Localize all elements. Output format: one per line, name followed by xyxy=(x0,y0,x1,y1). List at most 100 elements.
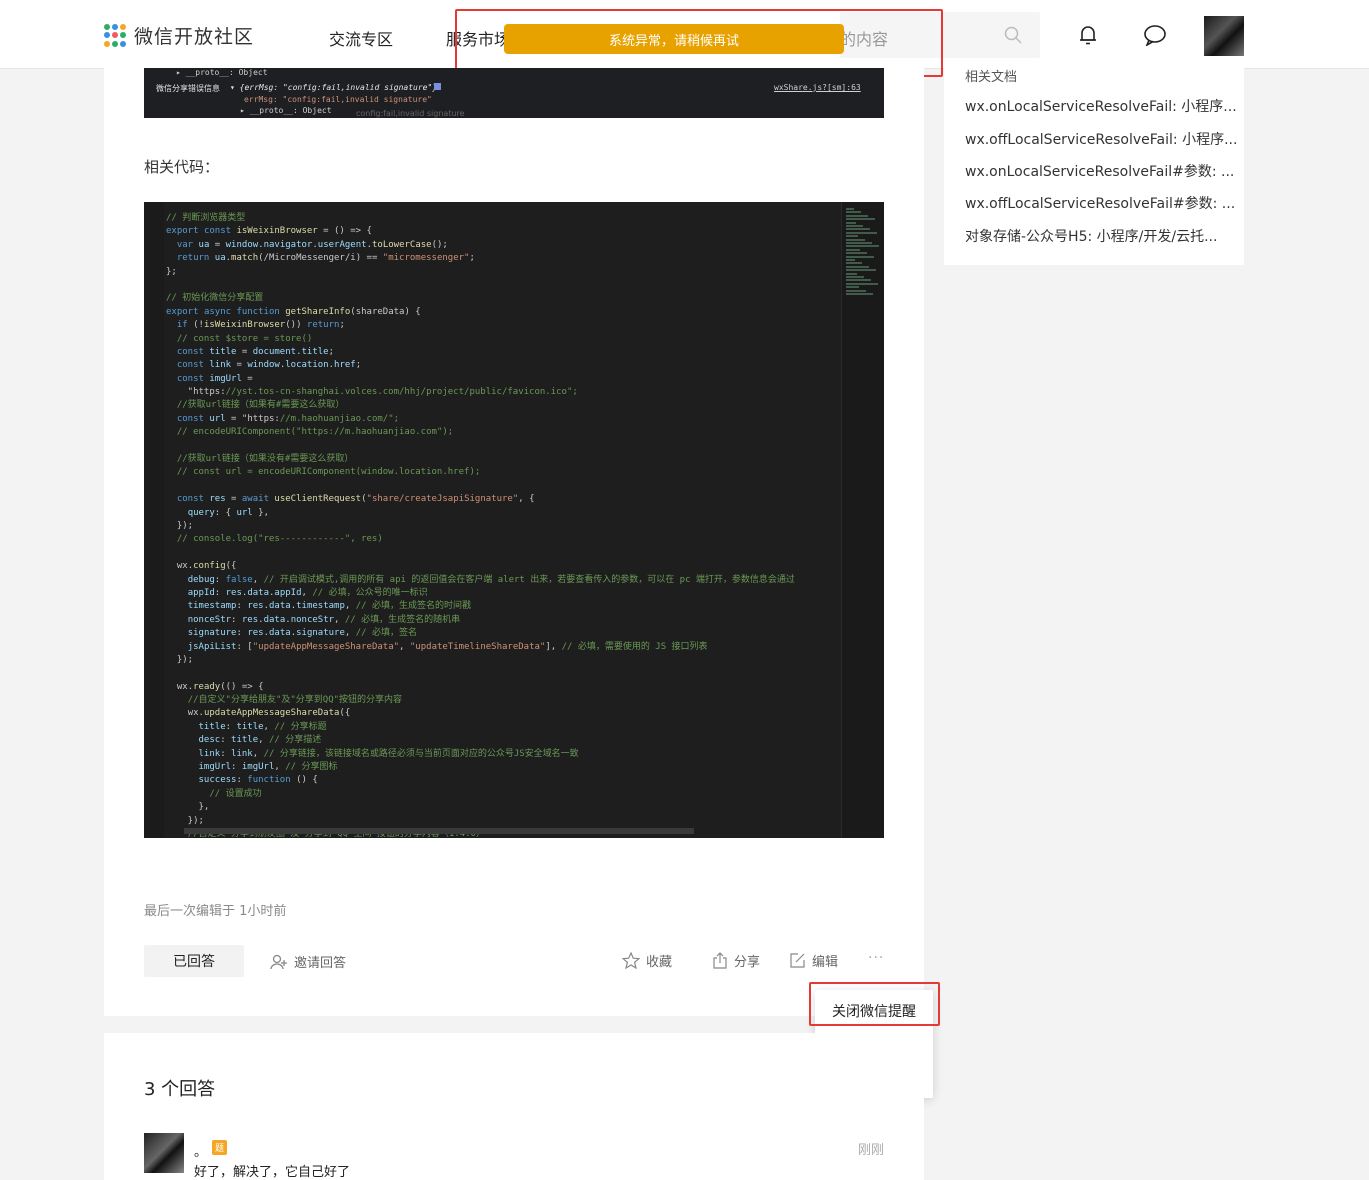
favorite-button[interactable]: 收藏 xyxy=(622,951,672,970)
code-line: desc: title, // 分享描述 xyxy=(198,735,322,746)
bell-icon[interactable] xyxy=(1078,24,1098,50)
code-line: // 初始化微信分享配置 xyxy=(166,293,264,304)
invite-answer-button[interactable]: 邀请回答 xyxy=(270,952,346,971)
minimap-line xyxy=(846,248,860,251)
highlight-box-toast xyxy=(455,9,943,77)
minimap-line xyxy=(846,238,865,241)
code-line: link: link, // 分享链接，该链接域名或路径必须与当前页面对应的公众… xyxy=(198,748,579,759)
highlight-box-menu xyxy=(809,982,940,1026)
console-errmsg-line: ▾ {errMsg: "config:fail,invalid signatur… xyxy=(230,83,438,92)
edit-icon xyxy=(790,953,805,968)
related-docs-title: 相关文档 xyxy=(965,70,1018,85)
related-doc-link[interactable]: wx.offLocalServiceResolveFail#参数: ... xyxy=(965,193,1235,213)
code-line: wx.updateAppMessageShareData({ xyxy=(187,708,351,719)
minimap-line xyxy=(846,255,874,258)
code-line: title: title, // 分享标题 xyxy=(198,721,327,732)
code-line: export async function getShareInfo(share… xyxy=(166,306,421,317)
nav-exchange[interactable]: 交流专区 xyxy=(329,26,393,50)
console-faded-text: config:fail,invalid signature xyxy=(356,109,465,118)
site-logo[interactable]: 微信开放社区 xyxy=(104,22,254,49)
minimap-line xyxy=(846,286,859,289)
minimap-line xyxy=(846,228,870,231)
code-line: // const $store = store() xyxy=(176,333,313,344)
code-line: if (!isWeixinBrowser()) return; xyxy=(176,320,345,331)
code-scrollbar xyxy=(184,828,694,834)
related-doc-link[interactable]: wx.onLocalServiceResolveFail#参数: ... xyxy=(965,161,1234,181)
code-screenshot: // 判断浏览器类型 export const isWeixinBrowser =… xyxy=(144,202,884,838)
more-options-icon[interactable]: ··· xyxy=(868,950,884,966)
favorite-label: 收藏 xyxy=(646,955,673,970)
code-line: jsApiList: ["updateAppMessageShareData",… xyxy=(187,641,708,652)
search-icon[interactable] xyxy=(1004,26,1022,48)
share-button[interactable]: 分享 xyxy=(712,951,760,970)
minimap-line xyxy=(846,235,858,238)
console-proto-line-2: ▸ __proto__: Object xyxy=(240,106,332,115)
code-line: nonceStr: res.data.nonceStr, // 必填，生成签名的… xyxy=(187,614,461,625)
minimap-line xyxy=(846,252,867,255)
code-lines: // 判断浏览器类型 export const isWeixinBrowser =… xyxy=(166,212,795,838)
code-line: debug: false, // 开启调试模式,调用的所有 api 的返回值会在… xyxy=(187,574,795,585)
code-gutter xyxy=(144,202,164,838)
code-line: const res = await useClientRequest("shar… xyxy=(176,494,535,505)
code-line: // console.log("res------------", res) xyxy=(176,534,383,545)
minimap-line xyxy=(846,279,871,282)
minimap-line xyxy=(846,282,878,285)
minimap-line xyxy=(846,221,856,224)
answered-button[interactable]: 已回答 xyxy=(144,945,244,977)
code-line: }); xyxy=(166,654,194,665)
minimap-line xyxy=(846,218,875,221)
related-docs-panel: 相关文档 wx.onLocalServiceResolveFail: 小程序..… xyxy=(944,68,1244,265)
code-line: export const isWeixinBrowser = () => { xyxy=(166,226,372,237)
code-line: appId: res.data.appId, // 必填，公众号的唯一标识 xyxy=(187,587,428,598)
minimap-line xyxy=(846,231,877,234)
invite-user-icon xyxy=(270,954,287,969)
minimap-line xyxy=(846,225,863,227)
star-icon xyxy=(622,952,640,969)
share-icon xyxy=(713,952,727,969)
logo-text: 微信开放社区 xyxy=(134,26,255,48)
top-header: 微信开放社区 交流专区 服务市场 的内容 系统异常，请稍候再试 xyxy=(0,0,1369,77)
code-line: }); xyxy=(166,815,204,826)
message-icon[interactable] xyxy=(1143,24,1167,50)
code-line: // 设置成功 xyxy=(209,788,262,799)
answers-card: 3 个回答 。 题 刚刚 好了，解决了，它自己好了 xyxy=(104,1033,924,1180)
code-line: const title = document.title; xyxy=(176,346,335,357)
answer-author-name[interactable]: 。 xyxy=(194,1141,207,1160)
last-edit-time: 最后一次编辑于 1小时前 xyxy=(144,904,287,919)
invite-answer-label: 邀请回答 xyxy=(294,956,347,971)
code-line: // const url = encodeURIComponent(window… xyxy=(176,467,481,478)
code-line: wx.ready(() => { xyxy=(176,681,264,692)
code-line: }); xyxy=(166,520,194,531)
code-line: }; xyxy=(166,266,177,277)
related-code-label: 相关代码： xyxy=(144,158,220,176)
code-line: "https://yst.tos-cn-shanghai.volces.com/… xyxy=(166,387,578,398)
code-line: timestamp: res.data.timestamp, // 必填，生成签… xyxy=(187,601,471,612)
answer-time: 刚刚 xyxy=(857,1143,884,1158)
related-doc-link[interactable]: wx.onLocalServiceResolveFail: 小程序... xyxy=(965,96,1237,116)
code-line: //自定义"分享给朋友"及"分享到QQ"按钮的分享内容 xyxy=(187,695,403,706)
console-screenshot: ▸ __proto__: Object 微信分享错误信息 ▾ {errMsg: … xyxy=(144,68,884,118)
answer-avatar[interactable] xyxy=(144,1133,184,1173)
minimap-line xyxy=(846,242,872,244)
code-line: //获取url链接（如果没有#需要这么获取） xyxy=(176,454,354,465)
code-line: const imgUrl = xyxy=(176,373,253,384)
minimap-line xyxy=(846,269,876,272)
edit-button[interactable]: 编辑 xyxy=(789,951,838,970)
console-proto-line: ▸ __proto__: Object xyxy=(176,68,268,77)
console-info-icon xyxy=(434,83,441,90)
minimap-line xyxy=(846,262,862,265)
code-line: var ua = window.navigator.userAgent.toLo… xyxy=(176,239,448,250)
console-source-link: wxShare.js?[sm]:63 xyxy=(774,83,861,92)
code-line: imgUrl: imgUrl, // 分享图标 xyxy=(198,762,338,773)
question-card: ▸ __proto__: Object 微信分享错误信息 ▾ {errMsg: … xyxy=(104,68,924,1016)
code-line: const link = window.location.href; xyxy=(176,360,362,371)
user-avatar[interactable] xyxy=(1204,16,1244,56)
related-doc-link[interactable]: 对象存储-公众号H5: 小程序/开发/云托... xyxy=(965,226,1217,246)
answers-count-title: 3 个回答 xyxy=(144,1079,216,1100)
answer-text: 好了，解决了，它自己好了 xyxy=(194,1165,351,1180)
related-doc-link[interactable]: wx.offLocalServiceResolveFail: 小程序... xyxy=(965,129,1237,149)
code-line: signature: res.data.signature, // 必填，签名 xyxy=(187,628,417,639)
